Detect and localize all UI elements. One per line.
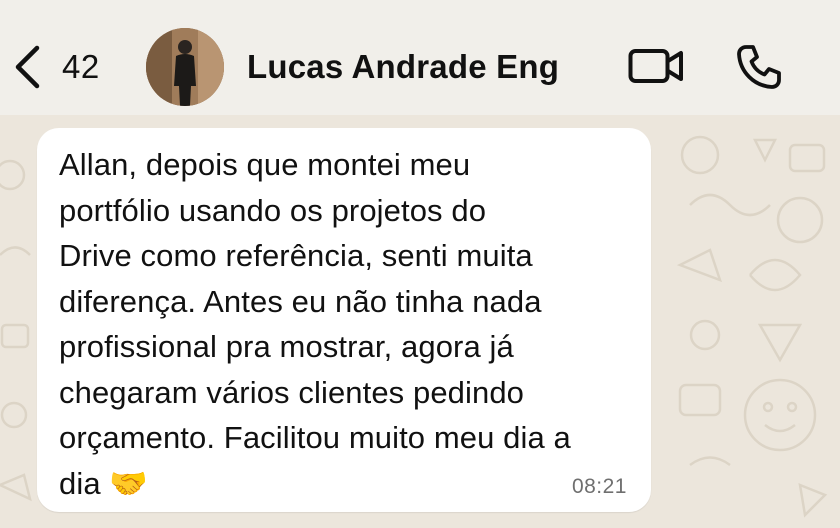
contact-name[interactable]: Lucas Andrade Eng	[247, 48, 559, 86]
video-call-button[interactable]	[628, 48, 686, 89]
video-camera-icon	[628, 49, 683, 83]
voice-call-button[interactable]	[736, 44, 782, 95]
wallpaper-doodle-left	[0, 159, 32, 502]
chevron-left-icon	[15, 45, 40, 89]
avatar-photo	[146, 28, 224, 106]
avatar[interactable]	[146, 28, 224, 106]
wallpaper-doodle	[676, 135, 828, 518]
back-button[interactable]: 42	[14, 44, 100, 90]
unread-count: 42	[62, 48, 100, 85]
phone-icon	[737, 45, 781, 89]
message-bubble[interactable]: Allan, depois que montei meu portfólio u…	[37, 128, 651, 512]
message-text: Allan, depois que montei meu portfólio u…	[59, 147, 571, 501]
message-timestamp: 08:21	[571, 475, 627, 498]
chat-header: 42 Lucas Andrade Eng	[0, 0, 840, 115]
